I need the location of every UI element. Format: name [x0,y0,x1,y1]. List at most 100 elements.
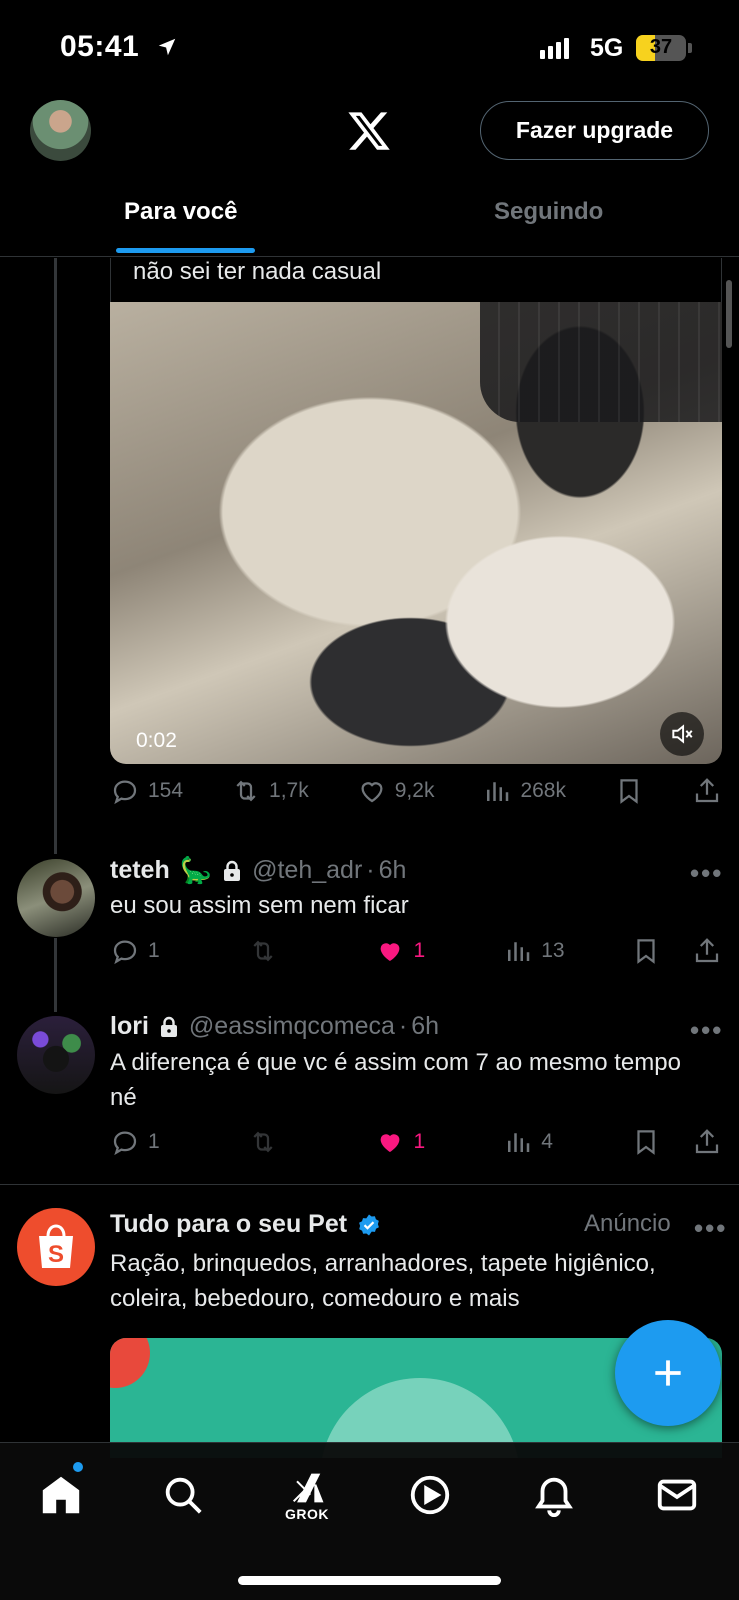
logo-letter: S [48,1241,64,1268]
views-icon [487,782,509,801]
ad-text: Ração, brinquedos, arranhadores, tapete … [110,1250,656,1312]
heart-icon [361,782,383,803]
mute-button[interactable] [660,712,704,756]
tabs-divider [0,256,739,257]
reply-text: eu sou assim sem nem ficar [110,892,409,919]
network-type: 5G [590,34,624,62]
author-name[interactable]: lori [110,1012,149,1041]
reply-icon [113,780,137,805]
more-options-button[interactable]: ••• [694,1213,727,1244]
advertiser-name[interactable]: Tudo para o seu Pet [110,1210,347,1239]
share-icon [695,1129,719,1154]
scrollbar[interactable] [726,280,732,348]
nav-home[interactable] [31,1465,91,1525]
video-timestamp: 0:02 [136,729,177,752]
ad-header: Tudo para o seu Pet [110,1210,381,1239]
battery-icon: 37 [636,35,686,61]
reply-text: A diferença é que vc é assim com 7 ao me… [110,1049,681,1111]
repost-button-disabled [248,936,376,966]
upgrade-button[interactable]: Fazer upgrade [480,101,709,160]
nav-grok[interactable]: GROK [277,1465,337,1525]
reply-avatar[interactable] [17,859,95,937]
compose-button[interactable] [615,1320,721,1426]
bookmark-icon [637,939,655,964]
status-time: 05:41 [60,30,140,63]
views-count: 13 [541,939,565,962]
share-button[interactable] [692,1127,722,1157]
tab-for-you[interactable]: Para você [124,198,237,226]
verified-badge-icon [359,1214,379,1235]
nav-video[interactable] [400,1465,460,1525]
reply-avatar[interactable] [17,1016,95,1094]
views-button[interactable]: 4 [503,1127,631,1157]
share-icon [695,778,719,803]
reply-count: 1 [148,939,160,962]
views-count: 268k [520,779,566,802]
like-count: 1 [413,1130,426,1153]
nav-notifications[interactable] [524,1465,584,1525]
reply-button[interactable]: 1 [110,936,248,966]
repost-icon [253,1131,273,1153]
reply-button[interactable]: 154 [110,776,183,806]
nav-search[interactable] [153,1465,213,1525]
active-tab-indicator [116,248,255,253]
views-icon [508,942,530,961]
author-handle[interactable]: @eassimqcomeca [189,1012,395,1041]
bookmark-button[interactable] [631,1127,692,1157]
repost-button-disabled [248,1127,376,1157]
more-options-button[interactable]: ••• [690,1015,723,1046]
bookmark-icon [637,1130,655,1155]
share-button[interactable] [692,776,722,806]
separator-dot: · [398,1012,408,1040]
repost-button[interactable]: 1,7k [231,776,309,806]
reply-count: 1 [148,1130,160,1153]
reply-button[interactable]: 1 [110,1127,248,1157]
lock-icon [224,860,241,881]
heart-filled-icon [381,943,400,961]
author-name[interactable]: teteh [110,856,170,885]
reply-icon [113,1131,137,1156]
thread-line [54,938,57,1012]
home-indicator[interactable] [238,1576,501,1585]
ad-label: Anúncio [584,1210,671,1237]
repost-icon [253,940,273,962]
like-button[interactable]: 1 [375,936,503,966]
video-frame-detail [480,302,722,422]
signal-icon [540,38,569,59]
bookmark-icon [620,779,638,804]
reply-header: teteh 🦕 @teh_adr · 6h [110,855,406,886]
quote-text: não sei ter nada casual [133,258,382,285]
grok-icon [292,1473,324,1503]
share-icon [695,938,719,963]
share-button[interactable] [692,936,722,966]
envelope-icon [657,1479,697,1511]
bookmark-button[interactable] [631,936,692,966]
views-button[interactable]: 268k [482,776,566,806]
plus-icon [655,1360,681,1386]
tab-following[interactable]: Seguindo [494,198,603,226]
like-button[interactable]: 9,2k [357,776,435,806]
like-button[interactable]: 1 [375,1127,503,1157]
profile-avatar[interactable] [30,100,91,161]
advertiser-logo[interactable]: S [17,1208,95,1286]
nav-messages[interactable] [647,1465,707,1525]
bell-icon [535,1477,573,1517]
home-notification-dot [71,1460,85,1474]
more-options-button[interactable]: ••• [690,858,723,889]
x-logo-icon[interactable] [344,108,394,154]
author-handle[interactable]: @teh_adr [252,856,362,885]
speaker-muted-icon [672,724,693,744]
heart-filled-icon [381,1134,400,1152]
like-count: 9,2k [394,779,435,802]
home-icon [42,1476,80,1514]
battery-nub [688,43,692,53]
views-count: 4 [541,1130,553,1153]
views-button[interactable]: 13 [503,936,631,966]
thread-line [54,258,57,854]
repost-icon [236,780,256,802]
bookmark-button[interactable] [614,776,644,806]
reply-actions: 1 1 13 [110,936,722,966]
search-icon [165,1477,202,1514]
lock-icon [160,1016,177,1037]
play-circle-icon [410,1475,450,1515]
